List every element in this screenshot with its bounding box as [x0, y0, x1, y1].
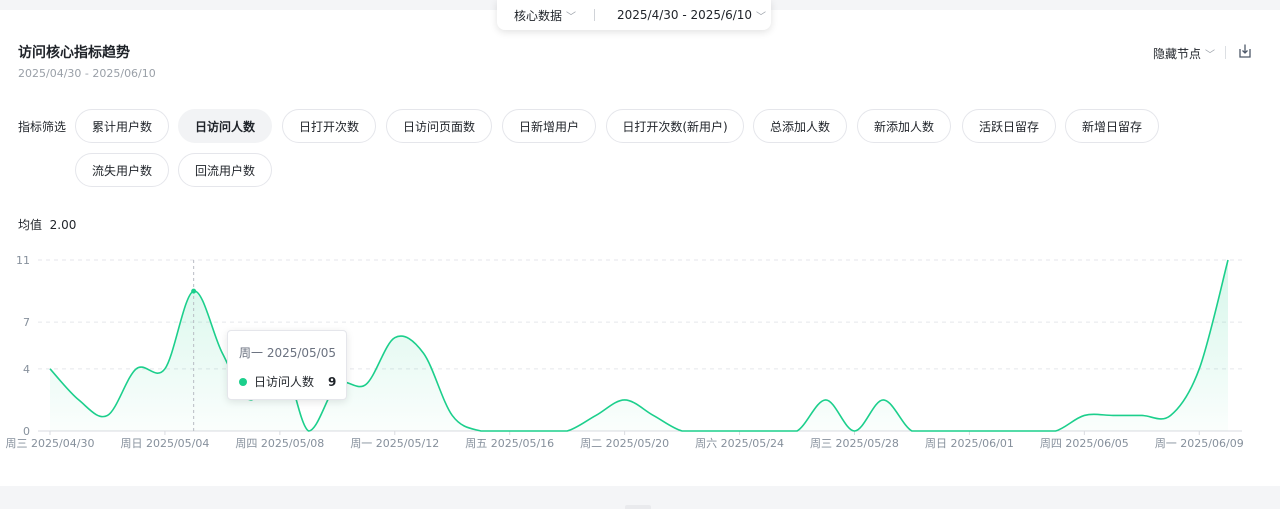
chevron-down-icon: ﹀	[756, 11, 767, 23]
top-filter-bar: 核心数据 ﹀ 2025/4/30 - 2025/6/10 ﹀	[497, 0, 771, 30]
metric-chip[interactable]: 日打开次数	[282, 109, 376, 143]
metric-chip[interactable]: 新添加人数	[857, 109, 951, 143]
tooltip-series: 日访问人数	[254, 375, 315, 389]
hide-nodes-dropdown[interactable]: 隐藏节点 ﹀	[1153, 45, 1215, 62]
hide-nodes-label: 隐藏节点	[1153, 47, 1202, 61]
y-tick-label: 7	[23, 316, 30, 329]
filter-label: 指标筛选	[18, 120, 67, 134]
divider	[1225, 46, 1226, 59]
page-subtitle: 2025/04/30 - 2025/06/10	[18, 67, 156, 80]
metric-chip[interactable]: 回流用户数	[178, 153, 272, 187]
trend-chart: 04711周三 2025/04/30 周日 2025/05/04 周四 2025/0…	[6, 254, 1244, 450]
series-dot-icon	[239, 377, 247, 386]
x-tick-label: 周四 2025/05/08	[235, 437, 324, 450]
date-range-value: 2025/4/30 - 2025/6/10	[617, 8, 753, 22]
metric-chip[interactable]: 累计用户数	[75, 109, 169, 143]
chart-tooltip: 周一 2025/05/05 日访问人数 9	[227, 330, 347, 400]
page-title: 访问核心指标趋势	[18, 45, 130, 61]
data-type-value: 核心数据	[514, 8, 563, 23]
x-tick-label: 周五 2025/05/16	[465, 437, 554, 450]
chevron-down-icon: ﹀	[1205, 50, 1216, 61]
average-value: 均值 2.00	[18, 216, 76, 233]
tooltip-date: 周一 2025/05/05	[239, 346, 336, 360]
chevron-down-icon: ﹀	[566, 11, 577, 23]
metric-chip[interactable]: 流失用户数	[75, 153, 169, 187]
x-tick-label: 周三 2025/04/30	[6, 437, 95, 450]
highlight-point[interactable]	[191, 288, 197, 294]
average-number: 2.00	[49, 218, 77, 232]
divider	[594, 9, 596, 21]
metric-chip[interactable]: 活跃日留存	[962, 109, 1056, 143]
y-tick-label: 11	[16, 254, 30, 267]
metric-chip[interactable]: 总添加人数	[753, 109, 847, 143]
data-type-select[interactable]: 核心数据 ﹀	[514, 7, 576, 24]
x-tick-label: 周日 2025/06/01	[925, 437, 1014, 450]
x-tick-label: 周六 2025/05/24	[695, 437, 784, 450]
metric-chip[interactable]: 日访问人数	[178, 109, 272, 143]
metric-chip[interactable]: 日新增用户	[502, 109, 596, 143]
metric-chip[interactable]: 新增日留存	[1065, 109, 1159, 143]
metric-chip[interactable]: 日打开次数(新用户)	[606, 109, 744, 143]
export-icon[interactable]	[1237, 43, 1253, 59]
x-tick-label: 周日 2025/05/04	[120, 437, 209, 450]
date-range-select[interactable]: 2025/4/30 - 2025/6/10 ﹀	[617, 8, 766, 23]
x-tick-label: 周四 2025/06/05	[1040, 437, 1129, 450]
x-tick-label: 周一 2025/06/09	[1155, 437, 1244, 450]
y-tick-label: 4	[23, 363, 30, 376]
tooltip-row: 日访问人数 9	[239, 373, 336, 390]
scroll-handle[interactable]	[625, 505, 651, 509]
x-tick-label: 周三 2025/05/28	[810, 437, 899, 450]
x-tick-label: 周二 2025/05/20	[580, 437, 669, 450]
average-label: 均值	[18, 218, 43, 232]
tooltip-value: 9	[328, 374, 337, 389]
x-tick-label: 周一 2025/05/12	[350, 437, 439, 450]
metric-chip[interactable]: 日访问页面数	[386, 109, 492, 143]
